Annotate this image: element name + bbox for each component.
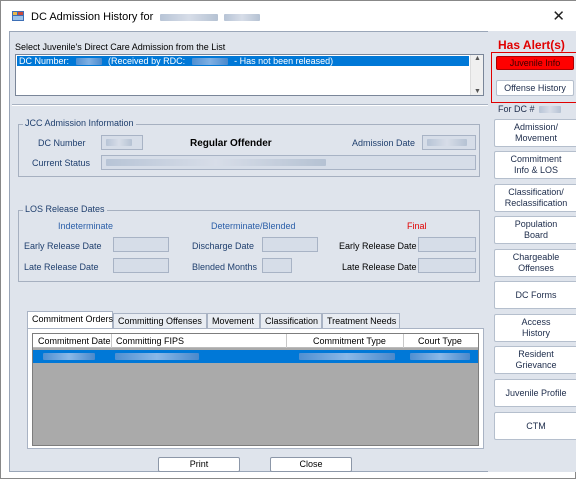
indeterminate-label: Indeterminate [58, 221, 114, 231]
discharge-date-label: Discharge Date [192, 241, 255, 251]
redacted-cell [410, 353, 470, 360]
close-icon[interactable]: ✕ [552, 7, 565, 25]
tab-commitment-orders[interactable]: Commitment Orders [27, 311, 113, 328]
offender-type: Regular Offender [190, 138, 272, 149]
redacted-value [427, 139, 467, 146]
divider [12, 104, 488, 106]
tab-committing-offenses[interactable]: Committing Offenses [113, 313, 207, 329]
commitment-orders-panel: Commitment Date Committing FIPS Commitme… [27, 328, 484, 449]
los-group-title: LOS Release Dates [23, 204, 107, 214]
title-bar: DC Admission History for ✕ [1, 1, 576, 31]
redacted-cell [115, 353, 199, 360]
close-button[interactable]: Close [270, 457, 352, 472]
col-committing-fips[interactable]: Committing FIPS [116, 336, 184, 346]
admission-list-scrollbar[interactable]: ▲ ▼ [470, 55, 483, 95]
redacted-value [106, 139, 132, 146]
chargeable-offenses-button[interactable]: Chargeable Offenses [494, 249, 576, 277]
dc-number-field [101, 135, 143, 150]
admission-list[interactable]: DC Number: (Received by RDC: - Has not b… [15, 54, 484, 96]
population-board-button[interactable]: Population Board [494, 216, 576, 244]
early-release-label: Early Release Date [24, 241, 102, 251]
final-early-release-label: Early Release Date [339, 241, 417, 251]
dc-admission-history-window: DC Admission History for ✕ Select Juveni… [0, 0, 576, 479]
discharge-date-field [262, 237, 318, 252]
commitment-orders-grid[interactable]: Commitment Date Committing FIPS Commitme… [32, 333, 479, 446]
admission-list-item[interactable]: DC Number: (Received by RDC: - Has not b… [17, 56, 469, 66]
col-court-type[interactable]: Court Type [418, 336, 462, 346]
redacted-id [224, 13, 261, 21]
redacted-value [106, 159, 326, 166]
final-late-release-field [418, 258, 476, 273]
determinate-blended-label: Determinate/Blended [211, 221, 296, 231]
offense-history-button[interactable]: Offense History [496, 80, 574, 96]
resident-grievance-button[interactable]: Resident Grievance [494, 346, 576, 374]
blended-months-label: Blended Months [192, 262, 258, 272]
late-release-label: Late Release Date [24, 262, 99, 272]
final-early-release-field [418, 237, 476, 252]
redacted-received-date [191, 58, 228, 66]
jcc-group-title: JCC Admission Information [23, 118, 136, 128]
current-status-label: Current Status [32, 158, 91, 168]
blended-months-field [262, 258, 292, 273]
current-status-field [101, 155, 476, 170]
final-late-release-label: Late Release Date [342, 262, 417, 272]
window-title: DC Admission History for [31, 11, 261, 23]
client-area: Select Juvenile's Direct Care Admission … [9, 31, 569, 472]
indeterminate-early-release-field [113, 237, 169, 252]
juvenile-info-button[interactable]: Juvenile Info [496, 56, 574, 70]
ctm-button[interactable]: CTM [494, 412, 576, 440]
redacted-name [160, 13, 219, 21]
indeterminate-late-release-field [113, 258, 169, 273]
redacted-cell [299, 353, 395, 360]
redacted-dc-number [75, 58, 102, 66]
table-row[interactable] [33, 350, 478, 363]
tab-treatment-needs[interactable]: Treatment Needs [322, 313, 400, 329]
dc-number-label: DC Number [38, 138, 86, 148]
col-commitment-date[interactable]: Commitment Date [38, 336, 111, 346]
classification-reclassification-button[interactable]: Classification/ Reclassification [494, 184, 576, 212]
access-history-button[interactable]: Access History [494, 314, 576, 342]
grid-header: Commitment Date Committing FIPS Commitme… [33, 334, 478, 348]
tab-classification[interactable]: Classification [260, 313, 322, 329]
alert-text: Has Alert(s) [498, 38, 565, 52]
print-button[interactable]: Print [158, 457, 240, 472]
commitment-info-los-button[interactable]: Commitment Info & LOS [494, 151, 576, 179]
tab-movement[interactable]: Movement [207, 313, 260, 329]
app-icon [12, 11, 24, 21]
final-label: Final [407, 221, 427, 231]
scroll-down-icon[interactable]: ▼ [474, 88, 481, 95]
redacted-dc-number [539, 106, 562, 114]
dc-forms-button[interactable]: DC Forms [494, 281, 576, 309]
admission-list-prompt: Select Juvenile's Direct Care Admission … [15, 42, 226, 52]
admission-date-field [422, 135, 476, 150]
admission-movement-button[interactable]: Admission/ Movement [494, 119, 576, 147]
admission-date-label: Admission Date [352, 138, 416, 148]
juvenile-profile-button[interactable]: Juvenile Profile [494, 379, 576, 407]
scroll-up-icon[interactable]: ▲ [474, 55, 481, 62]
redacted-cell [43, 353, 95, 360]
for-dc-label: For DC # [498, 104, 562, 114]
col-commitment-type[interactable]: Commitment Type [313, 336, 386, 346]
